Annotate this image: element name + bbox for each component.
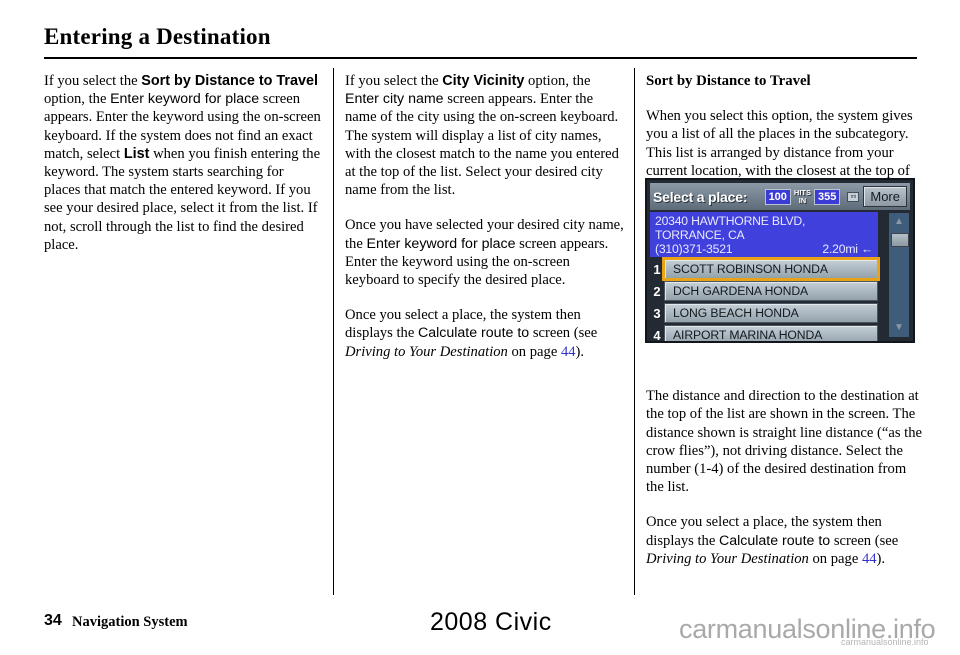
- c1p1-t1: If you select the: [44, 73, 142, 89]
- c1p1-b1: Sort by Distance to Travel: [141, 73, 319, 89]
- selected-address-bar: 20340 HAWTHORNE BLVD, TORRANCE, CA (310)…: [650, 212, 878, 257]
- page-reference-link[interactable]: 44: [561, 344, 576, 360]
- title-rule: [44, 57, 917, 59]
- c1p1-b2: List: [123, 145, 150, 162]
- navigation-screen-figure: Select a place: 100 HITS IN 355 mi More …: [645, 178, 915, 343]
- col3-paragraph-2: The distance and direction to the destin…: [646, 388, 922, 496]
- c3p3-t2: screen (see: [830, 532, 899, 549]
- c1p1-s1: Enter keyword for place: [110, 91, 260, 108]
- c3p3-t3: on page: [808, 550, 862, 567]
- col2-paragraph-3: Once you select a place, the system then…: [345, 306, 627, 361]
- c2p1-s1: Enter city name: [345, 91, 444, 108]
- scroll-up-arrow-icon[interactable]: ▲: [889, 213, 909, 231]
- list-item-number: 3: [653, 305, 661, 321]
- direction-arrow-icon: ←: [861, 242, 873, 256]
- more-button[interactable]: More: [863, 186, 907, 207]
- address-line-2: (310)371-3521 2.20mi ←: [655, 242, 873, 256]
- list-item[interactable]: 4 AIRPORT MARINA HONDA: [650, 325, 878, 343]
- scroll-down-arrow-icon[interactable]: ▼: [889, 319, 909, 337]
- c2p1-t3: screen appears. Enter the name of the ci…: [345, 91, 619, 199]
- c2p3-s1: Calculate route to: [417, 325, 530, 342]
- column-divider-2: [634, 68, 635, 595]
- list-item-button[interactable]: SCOTT ROBINSON HONDA: [662, 257, 880, 281]
- page-reference-link[interactable]: 44: [862, 551, 877, 567]
- watermark-small: carmanualsonline.info: [841, 637, 929, 647]
- column-divider-1: [333, 68, 334, 595]
- col1-paragraph-1: If you select the Sort by Distance to Tr…: [44, 72, 322, 254]
- page-title: Entering a Destination: [44, 24, 271, 49]
- list-item[interactable]: 3 LONG BEACH HONDA: [650, 303, 878, 323]
- list-item[interactable]: 2 DCH GARDENA HONDA: [650, 281, 878, 301]
- col2-paragraph-2: Once you have selected your desired city…: [345, 216, 627, 289]
- hits-label-line2: IN: [798, 195, 807, 205]
- unit-mi-chip: mi: [847, 191, 860, 202]
- c2p2-s1: Enter keyword for place: [366, 235, 516, 252]
- c2p3-t2: screen (see: [529, 325, 598, 342]
- phone-number: (310)371-3521: [655, 242, 733, 256]
- text-column-1: If you select the Sort by Distance to Tr…: [44, 72, 322, 254]
- col3-heading: Sort by Distance to Travel: [646, 73, 811, 89]
- c2p1-t2: option, the: [524, 73, 591, 89]
- list-item-button[interactable]: LONG BEACH HONDA: [664, 303, 878, 323]
- c3p3-i1: Driving to Your Destination: [646, 550, 809, 567]
- address-line-1: 20340 HAWTHORNE BLVD, TORRANCE, CA: [655, 214, 806, 242]
- footer-section-name: Navigation System: [72, 614, 188, 630]
- c1p1-t2: option, the: [44, 91, 111, 108]
- list-item[interactable]: 1 SCOTT ROBINSON HONDA: [650, 257, 880, 281]
- nav-header-bar: Select a place: 100 HITS IN 355 mi More: [650, 183, 910, 210]
- text-column-2: If you select the City Vicinity option, …: [345, 72, 627, 361]
- c2p3-i1: Driving to Your Destination: [345, 343, 508, 360]
- c3p3-s1: Calculate route to: [718, 532, 831, 549]
- nav-header-title: Select a place:: [653, 188, 748, 205]
- list-item-number: 2: [653, 283, 661, 299]
- hits-in-label: HITS IN: [794, 189, 811, 204]
- col2-paragraph-1: If you select the City Vicinity option, …: [345, 72, 627, 199]
- c2p3-t3: on page: [507, 343, 561, 360]
- hits-count-box[interactable]: 100: [764, 188, 791, 205]
- c2p1-b1: City Vicinity: [442, 73, 525, 89]
- distance-value: 2.20mi: [822, 242, 858, 256]
- list-item-number: 1: [653, 261, 661, 277]
- footer-page-number: 34: [44, 612, 62, 629]
- c2p3-t4: ).: [575, 343, 585, 360]
- list-item-button[interactable]: DCH GARDENA HONDA: [664, 281, 878, 301]
- nav-list-body: 20340 HAWTHORNE BLVD, TORRANCE, CA (310)…: [650, 212, 910, 343]
- c3p3-t4: ).: [876, 550, 886, 567]
- list-item-number: 4: [653, 327, 661, 343]
- footer-model-year: 2008 Civic: [430, 608, 552, 636]
- distance-and-direction: 2.20mi ←: [822, 242, 873, 256]
- col3-paragraph-3: Once you select a place, the system then…: [646, 513, 922, 568]
- c2p1-t1: If you select the: [345, 73, 443, 89]
- scrollbar-thumb[interactable]: [891, 233, 909, 247]
- list-scrollbar[interactable]: ▲ ▼: [888, 212, 910, 338]
- search-radius-box[interactable]: 355: [814, 188, 841, 205]
- list-item-button[interactable]: AIRPORT MARINA HONDA: [664, 325, 878, 341]
